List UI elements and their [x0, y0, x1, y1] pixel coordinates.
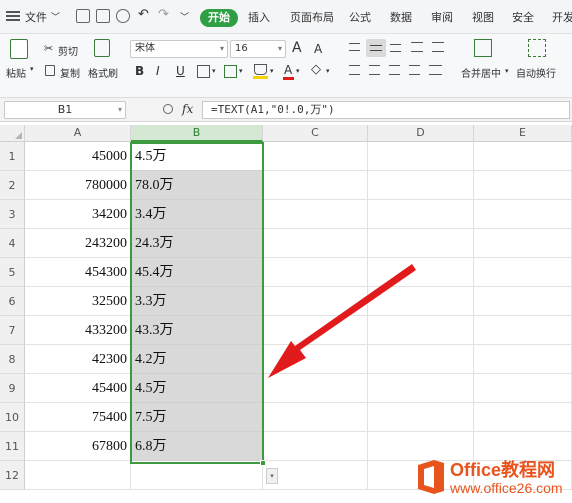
red-arrow-icon — [268, 264, 416, 378]
watermark-url: www.office26.com — [450, 480, 563, 496]
watermark-logo: Office教程网 www.office26.com — [412, 452, 572, 503]
arrow-annotation — [268, 264, 416, 378]
watermark-brand: Office教程网 — [450, 460, 556, 480]
office-logo-icon — [418, 460, 444, 494]
